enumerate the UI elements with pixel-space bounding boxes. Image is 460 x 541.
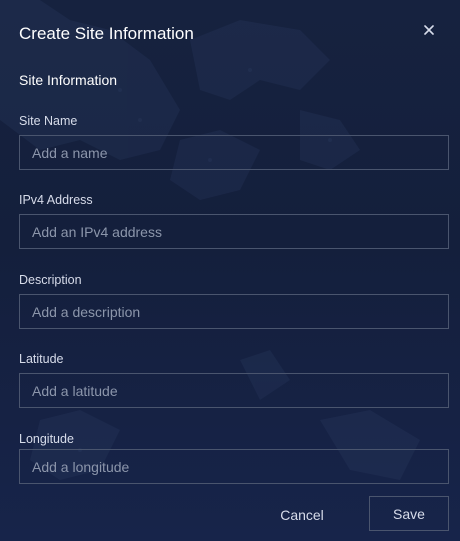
ipv4-label: IPv4 Address	[19, 193, 93, 207]
section-title: Site Information	[19, 72, 118, 88]
site-name-label: Site Name	[19, 114, 78, 128]
ipv4-input[interactable]	[19, 214, 449, 249]
site-name-input[interactable]	[19, 135, 449, 170]
create-site-dialog: Create Site Information Site Information…	[0, 0, 460, 541]
close-icon	[424, 25, 434, 35]
longitude-input[interactable]	[19, 449, 449, 484]
cancel-button[interactable]: Cancel	[264, 498, 340, 532]
close-button[interactable]	[418, 19, 440, 41]
save-button[interactable]: Save	[369, 496, 449, 531]
description-input[interactable]	[19, 294, 449, 329]
latitude-input[interactable]	[19, 373, 449, 408]
dialog-title: Create Site Information	[19, 24, 194, 43]
longitude-label: Longitude	[19, 432, 74, 446]
latitude-label: Latitude	[19, 352, 64, 366]
description-label: Description	[19, 273, 82, 287]
